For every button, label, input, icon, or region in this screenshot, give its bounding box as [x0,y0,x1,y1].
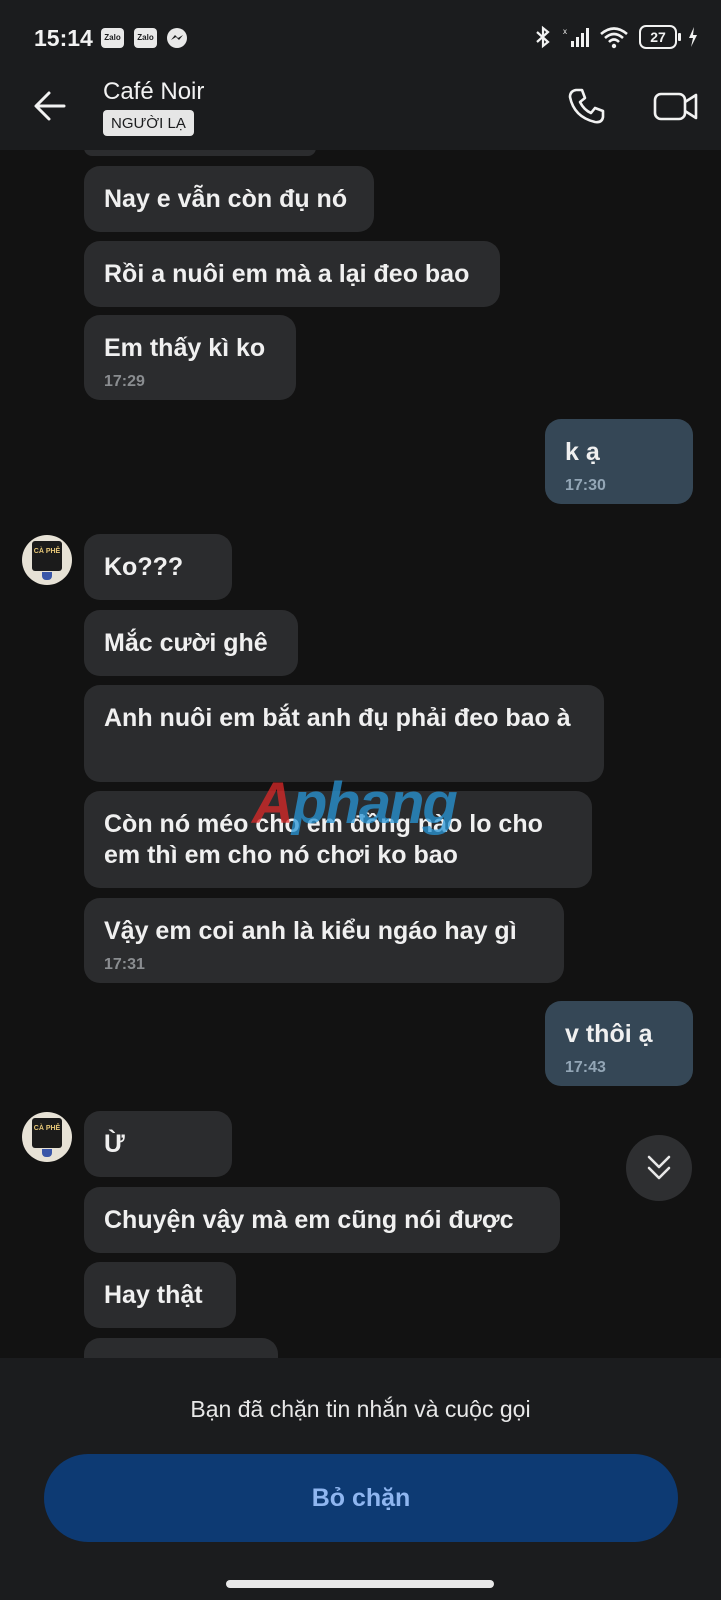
video-call-icon[interactable] [652,86,700,126]
status-bar: 15:14 Zalo Zalo x 27 [0,0,721,64]
message-text: Rồi a nuôi em mà a lại đeo bao [104,260,470,288]
message-bubble[interactable]: Vậy em coi anh là kiểu ngáo hay gì 17:31 [84,898,564,983]
message-bubble[interactable]: Em thấy kì ko 17:29 [84,315,296,400]
message-text: Vậy em coi anh là kiểu ngáo hay gì [104,917,517,945]
status-time: 15:14 [34,25,93,51]
message-list[interactable]: Nay e vẫn còn đụ nó Rồi a nuôi em mà a l… [0,150,721,1358]
battery-indicator: 27 [639,25,681,49]
watermark: Aphang [252,771,458,836]
charging-icon [689,27,697,47]
message-bubble[interactable]: Nay e vẫn còn đụ nó [84,166,374,232]
chat-header: Café Noir NGƯỜI LẠ [0,64,721,150]
message-time: 17:30 [565,477,606,494]
blocked-notice: Bạn đã chặn tin nhắn và cuộc gọi [190,1396,531,1422]
message-text: Chuyện vậy mà em cũng nói được [104,1206,514,1234]
message-time: 17:31 [104,956,145,973]
message-bubble[interactable]: Ừ [84,1111,232,1177]
zalo-icon: Zalo [101,28,124,48]
message-bubble[interactable]: Ko??? [84,534,232,600]
back-arrow-icon[interactable] [30,86,70,126]
message-time: 17:29 [104,373,145,390]
avatar[interactable]: CÀ PHÊ [22,1112,72,1162]
signal-icon: x [563,27,589,47]
unblock-button[interactable]: Bỏ chặn [44,1454,678,1542]
stranger-badge: NGƯỜI LẠ [103,110,194,136]
message-bubble-own[interactable]: v thôi ạ 17:43 [545,1001,693,1086]
message-bubble[interactable]: Mắc cười ghê [84,610,298,676]
message-bubble[interactable] [84,150,316,156]
message-time: 17:43 [565,1059,606,1076]
message-bubble[interactable]: Chuyện vậy mà em cũng nói được [84,1187,560,1253]
svg-text:x: x [563,27,567,36]
message-bubble[interactable] [84,1338,278,1358]
status-right: x 27 [533,22,699,52]
messenger-icon [167,28,187,48]
message-text: Nay e vẫn còn đụ nó [104,185,348,213]
message-text: k ạ [565,438,600,466]
message-text: v thôi ạ [565,1020,653,1048]
message-text: Anh nuôi em bắt anh đụ phải đeo bao à [104,704,571,732]
message-text: Ừ [104,1130,125,1158]
wifi-icon [600,27,628,49]
zalo-icon: Zalo [134,28,157,48]
bluetooth-icon [536,25,550,49]
message-text: Em thấy kì ko [104,334,266,362]
message-bubble-own[interactable]: k ạ 17:30 [545,419,693,504]
message-text: Ko??? [104,553,184,581]
home-indicator[interactable] [226,1580,494,1588]
double-chevron-down-icon [647,1155,671,1180]
scroll-to-bottom-button[interactable] [626,1135,692,1201]
avatar[interactable]: CÀ PHÊ [22,535,72,585]
message-text: Mắc cười ghê [104,629,268,657]
blocked-panel: Bạn đã chặn tin nhắn và cuộc gọi Bỏ chặn [0,1358,721,1600]
contact-name[interactable]: Café Noir [103,78,204,106]
message-text: Hay thật [104,1281,203,1309]
message-bubble[interactable]: Anh nuôi em bắt anh đụ phải đeo bao à [84,685,604,782]
message-bubble[interactable]: Hay thật [84,1262,236,1328]
phone-icon[interactable] [566,86,606,126]
message-bubble[interactable]: Rồi a nuôi em mà a lại đeo bao [84,241,500,307]
